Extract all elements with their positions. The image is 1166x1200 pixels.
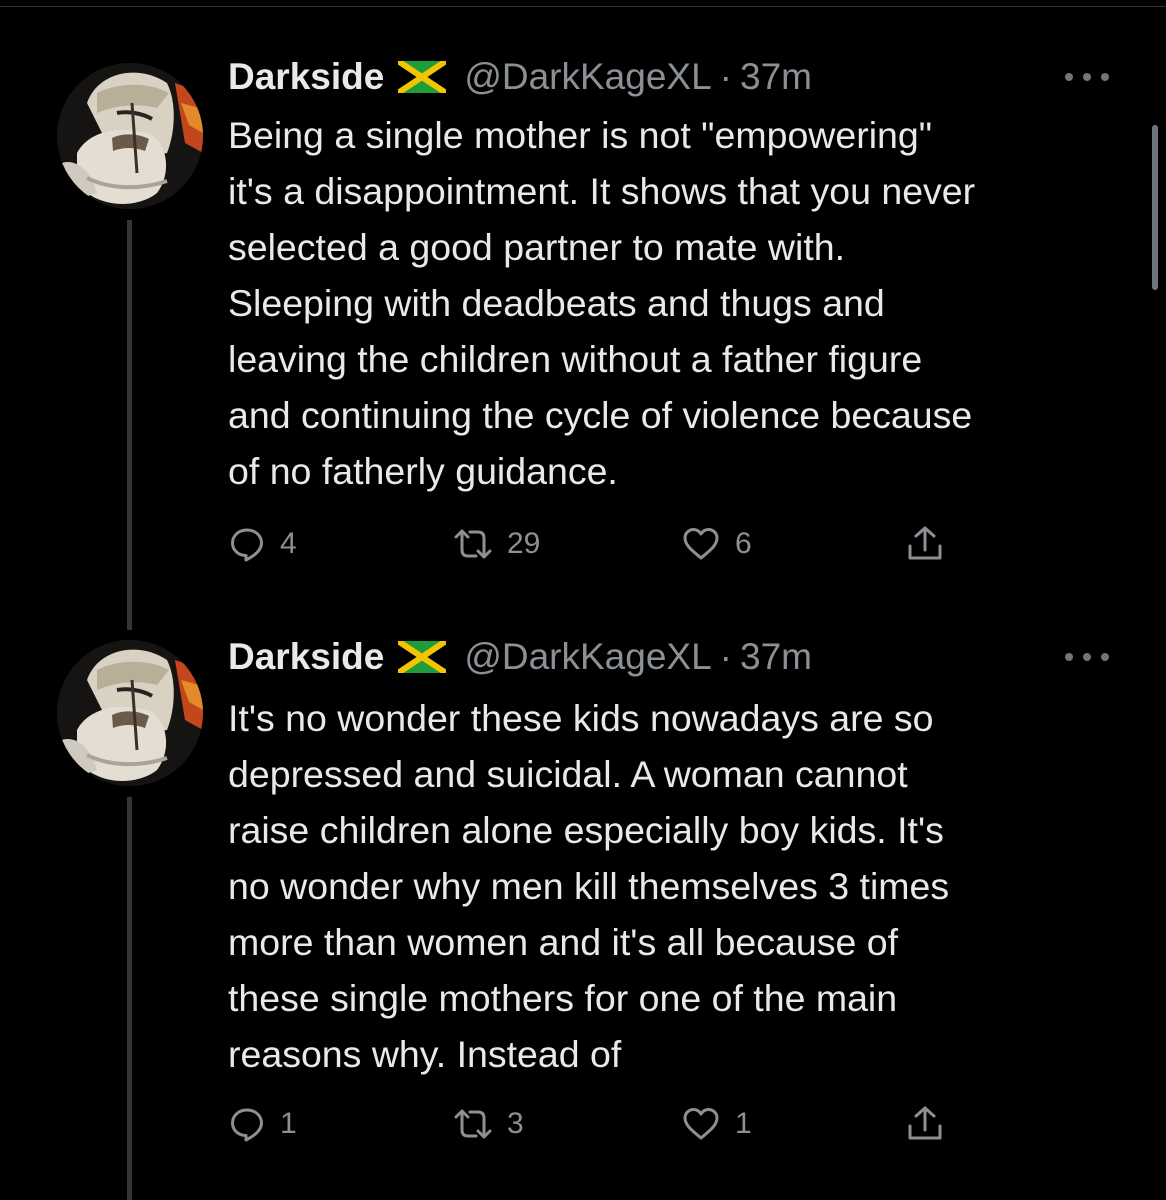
like-button[interactable]: 1 xyxy=(681,1100,752,1148)
reply-button[interactable]: 4 xyxy=(228,520,297,568)
separator-dot: · xyxy=(719,636,732,677)
share-upload-icon xyxy=(905,524,945,564)
share-button[interactable] xyxy=(905,520,945,568)
retweet-arrows-icon xyxy=(453,526,493,562)
share-button[interactable] xyxy=(905,1100,945,1148)
tweet-header: Darkside @DarkKageXL · 37m xyxy=(228,632,812,682)
retweet-button[interactable]: 29 xyxy=(453,520,540,568)
tweet[interactable]: Darkside @DarkKageXL · 37m Being a singl… xyxy=(0,0,1166,630)
more-options-icon[interactable] xyxy=(1065,650,1109,664)
author-handle[interactable]: @DarkKageXL xyxy=(464,56,711,98)
reply-count: 4 xyxy=(280,527,297,560)
avatar[interactable] xyxy=(57,640,203,786)
tweet-text: Being a single mother is not "empowering… xyxy=(228,114,976,492)
retweet-count: 29 xyxy=(507,527,541,560)
author-name[interactable]: Darkside xyxy=(228,636,384,678)
timestamp[interactable]: 37m xyxy=(740,636,812,678)
reply-count: 1 xyxy=(280,1107,297,1140)
heart-icon xyxy=(681,526,721,562)
retweet-button[interactable]: 3 xyxy=(453,1100,524,1148)
tweet[interactable]: Darkside @DarkKageXL · 37m It's no wonde… xyxy=(0,630,1166,1200)
tweet-actions: 1 3 1 xyxy=(228,1100,968,1148)
like-count: 6 xyxy=(735,527,752,560)
separator-dot: · xyxy=(719,56,732,97)
like-button[interactable]: 6 xyxy=(681,520,752,568)
jamaica-flag-icon xyxy=(396,58,448,96)
reply-button[interactable]: 1 xyxy=(228,1100,297,1148)
author-handle[interactable]: @DarkKageXL xyxy=(464,636,711,678)
more-options-icon[interactable] xyxy=(1065,70,1109,84)
tweet-header: Darkside @DarkKageXL · 37m xyxy=(228,52,812,102)
tweet-text: It's no wonder these kids nowadays are s… xyxy=(228,697,950,1075)
speech-bubble-icon xyxy=(228,525,266,563)
timestamp[interactable]: 37m xyxy=(740,56,812,98)
share-upload-icon xyxy=(905,1104,945,1144)
speech-bubble-icon xyxy=(228,1105,266,1143)
avatar[interactable] xyxy=(57,63,203,209)
like-count: 1 xyxy=(735,1107,752,1140)
thread-connector-line xyxy=(127,220,132,630)
tweet-actions: 4 29 6 xyxy=(228,520,968,568)
heart-icon xyxy=(681,1106,721,1142)
jamaica-flag-icon xyxy=(396,638,448,676)
thread-connector-line xyxy=(127,797,132,1200)
author-name[interactable]: Darkside xyxy=(228,56,384,98)
retweet-count: 3 xyxy=(507,1107,524,1140)
retweet-arrows-icon xyxy=(453,1106,493,1142)
